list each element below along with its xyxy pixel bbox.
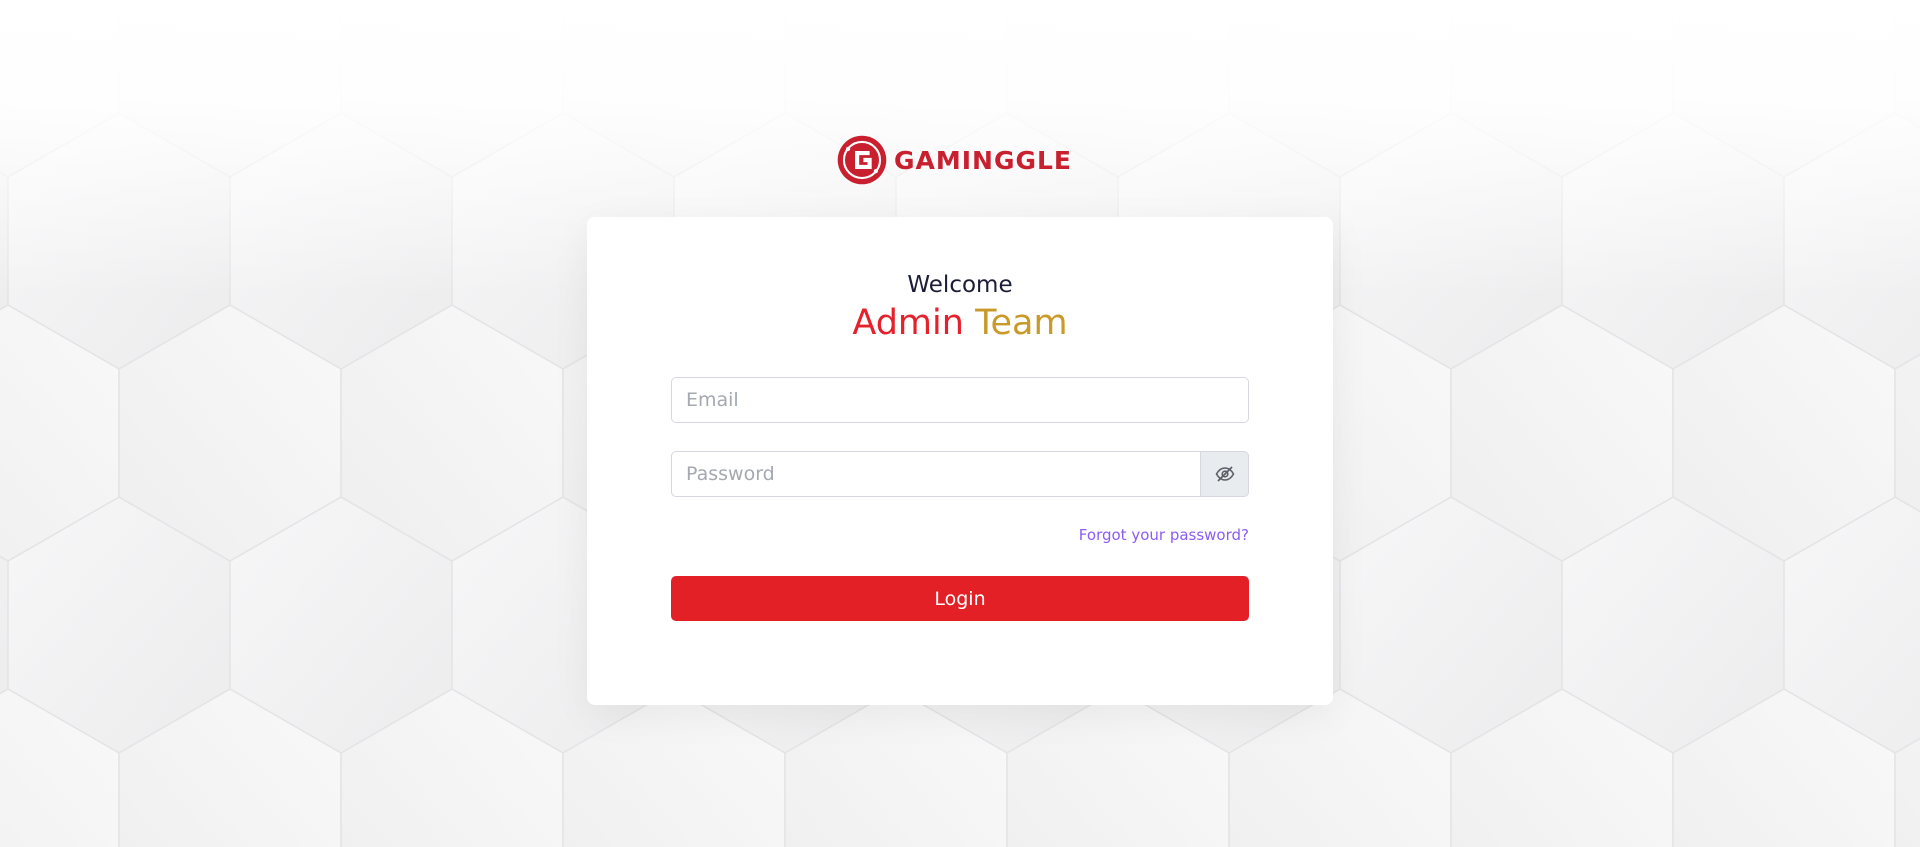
login-card: Welcome Admin Team Forgot your password?… [587, 217, 1333, 705]
gaminggle-logo-icon [837, 135, 887, 185]
title-admin: Admin [852, 303, 964, 343]
toggle-password-button[interactable] [1201, 451, 1249, 497]
brand-name: GAMINGGLE [893, 145, 1072, 175]
title-team: Team [975, 303, 1068, 343]
login-button[interactable]: Login [671, 576, 1249, 621]
password-field[interactable] [671, 451, 1201, 497]
password-group [671, 451, 1249, 497]
forgot-password-link[interactable]: Forgot your password? [1079, 526, 1249, 544]
welcome-heading: Welcome [907, 272, 1013, 298]
brand-logo: GAMINGGLE [837, 124, 1072, 196]
email-field[interactable] [671, 377, 1249, 423]
eye-slash-icon [1215, 466, 1234, 482]
page-title: Admin Team [587, 301, 1333, 345]
